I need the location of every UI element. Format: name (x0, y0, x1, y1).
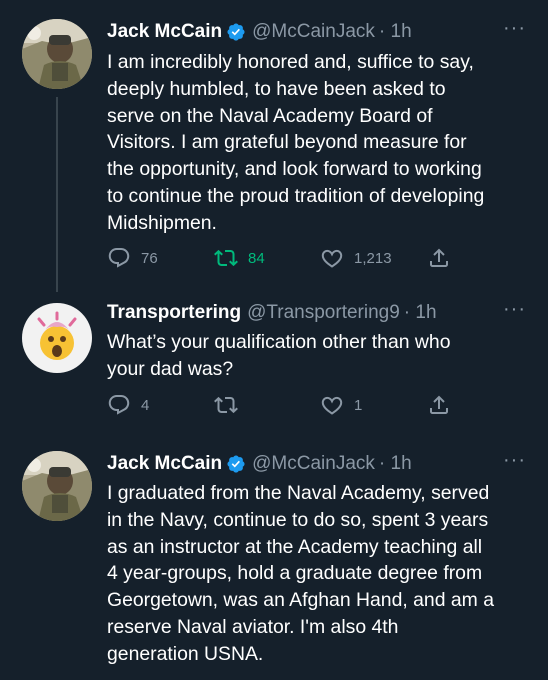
tweet-header: Jack McCain @McCainJack · 1h (107, 451, 412, 477)
reply-count: 76 (141, 249, 158, 267)
like-button[interactable]: 1 (320, 393, 362, 417)
share-icon (427, 246, 451, 270)
like-count: 1,213 (354, 249, 392, 267)
author-name[interactable]: Jack McCain (107, 21, 222, 43)
tweet-time[interactable]: · 1h (379, 21, 412, 43)
tweet-text: What’s your qualification other than who… (107, 331, 451, 380)
retweet-icon (214, 393, 238, 417)
retweet-button[interactable]: 84 (214, 246, 265, 270)
author-name[interactable]: Jack McCain (107, 453, 222, 475)
tweet-header: Transportering @Transportering9 · 1h (107, 300, 437, 326)
retweet-button[interactable] (214, 393, 248, 417)
verified-badge-icon (226, 454, 246, 474)
tweet[interactable]: Jack McCain @McCainJack · 1h ··· I am in… (0, 18, 548, 292)
tweet[interactable]: Jack McCain @McCainJack · 1h ··· I gradu… (0, 450, 548, 680)
reply-button[interactable]: 76 (107, 246, 158, 270)
more-icon[interactable]: ··· (503, 299, 526, 319)
tweet-time[interactable]: · 1h (404, 302, 437, 324)
tweet-text: I am incredibly honored and, suffice to … (107, 51, 485, 234)
more-icon[interactable]: ··· (503, 450, 526, 470)
tweet[interactable]: Transportering @Transportering9 · 1h ···… (0, 299, 548, 430)
reply-count: 4 (141, 396, 150, 414)
avatar[interactable] (22, 303, 92, 373)
verified-badge-icon (226, 22, 246, 42)
avatar[interactable] (22, 451, 92, 521)
thread-line (56, 97, 58, 292)
share-button[interactable] (427, 246, 451, 270)
author-handle[interactable]: @Transportering9 (247, 302, 400, 324)
avatar[interactable] (22, 19, 92, 89)
emoji-avatar (37, 311, 77, 360)
share-icon (427, 393, 451, 417)
tweet-time[interactable]: · 1h (379, 453, 412, 475)
reply-button[interactable]: 4 (107, 393, 149, 417)
like-icon (320, 393, 344, 417)
author-handle[interactable]: @McCainJack (252, 453, 375, 475)
tweet-text: I graduated from the Naval Academy, serv… (107, 482, 494, 665)
tweet-actions: 76 84 1,213 (107, 246, 507, 270)
tweet-actions: 4 1 (107, 393, 507, 417)
author-handle[interactable]: @McCainJack (252, 21, 375, 43)
retweet-count: 84 (248, 249, 265, 267)
like-button[interactable]: 1,213 (320, 246, 392, 270)
share-button[interactable] (427, 393, 451, 417)
retweet-icon (214, 246, 238, 270)
reply-icon (107, 246, 131, 270)
tweet-header: Jack McCain @McCainJack · 1h (107, 19, 412, 45)
more-icon[interactable]: ··· (503, 18, 526, 38)
author-name[interactable]: Transportering (107, 302, 241, 324)
reply-icon (107, 393, 131, 417)
like-icon (320, 246, 344, 270)
like-count: 1 (354, 396, 363, 414)
